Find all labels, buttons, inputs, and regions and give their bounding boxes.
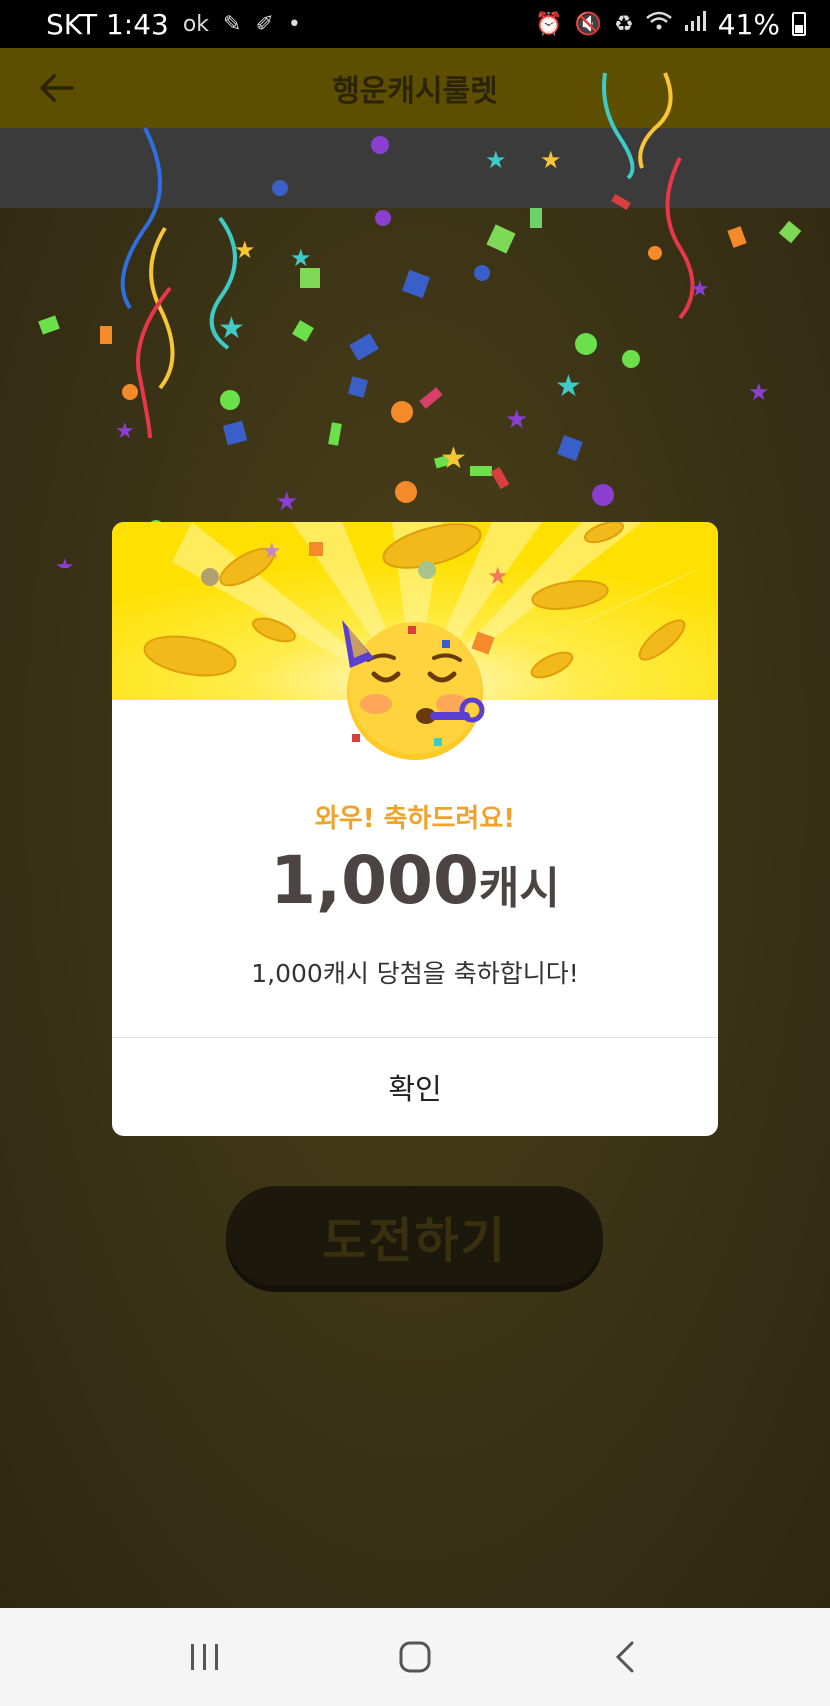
recent-apps-button[interactable]	[175, 1627, 235, 1687]
settings-icon: ✎	[223, 11, 242, 37]
home-icon	[399, 1641, 431, 1673]
ok-icon: ok	[182, 11, 210, 37]
prize-amount-number: 1,000	[270, 842, 479, 919]
mute-icon: 🔇	[574, 11, 603, 37]
prize-amount: 1,000캐시	[112, 842, 718, 919]
back-icon	[615, 1641, 634, 1673]
congrats-dialog: ★ ★ 와우! 축하드려요! 1,000캐시 1,000캐시 당첨을 축하합니다…	[112, 522, 718, 1136]
prize-amount-unit: 캐시	[478, 863, 560, 914]
app-header: 행운캐시룰렛	[0, 48, 830, 128]
battery-icon	[792, 12, 806, 36]
navigation-bar	[0, 1608, 830, 1706]
carrier-time: SKT 1:43	[46, 7, 169, 41]
battery-percent: 41%	[717, 7, 780, 41]
svg-text:★: ★	[487, 562, 509, 590]
challenge-button[interactable]: 도전하기	[226, 1186, 603, 1286]
dialog-kicker: 와우! 축하드려요!	[314, 804, 516, 834]
alarm-icon: ⏰	[535, 11, 563, 37]
page-title: 행운캐시룰렛	[332, 74, 498, 109]
dialog-message: 1,000캐시 당첨을 축하합니다!	[251, 959, 579, 988]
wifi-icon	[645, 11, 672, 37]
back-button[interactable]	[595, 1627, 655, 1687]
pen-icon: ✐	[255, 11, 274, 37]
signal-icon	[684, 10, 706, 38]
back-arrow-icon[interactable]	[36, 68, 76, 108]
confirm-button[interactable]: 확인	[112, 1038, 718, 1136]
recent-apps-icon	[191, 1644, 218, 1670]
status-bar: SKT 1:43 ok ✎ ✐ • ⏰ 🔇 ♻ 41%	[0, 0, 830, 48]
party-face-icon	[342, 620, 485, 760]
recycle-icon: ♻	[614, 11, 634, 37]
home-button[interactable]	[385, 1627, 445, 1687]
svg-text:★: ★	[262, 539, 282, 564]
challenge-button-label: 도전하기	[322, 1213, 507, 1269]
dot-icon: •	[287, 11, 301, 37]
top-banner-area	[0, 128, 830, 208]
